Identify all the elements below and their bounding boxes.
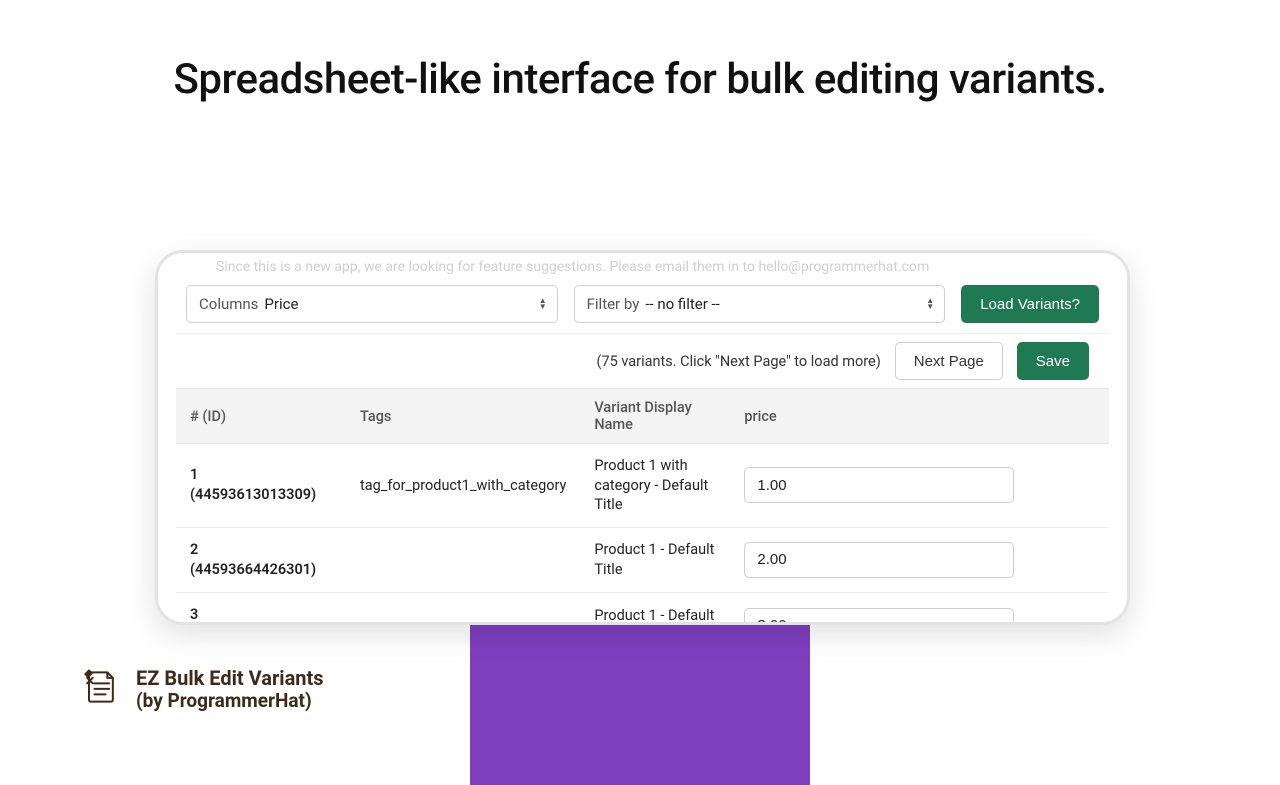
cell-tags xyxy=(346,527,580,593)
pager-bar: (75 variants. Click "Next Page" to load … xyxy=(176,334,1109,388)
variant-count-hint: (75 variants. Click "Next Page" to load … xyxy=(597,353,881,370)
col-header-price: price xyxy=(730,389,1109,444)
cell-tags: tag_for_product1_with_category xyxy=(346,444,580,528)
columns-select-label: Columns xyxy=(199,295,258,313)
app-frame: Since this is a new app, we are looking … xyxy=(155,250,1130,625)
save-button[interactable]: Save xyxy=(1017,342,1089,380)
row-number: 2 xyxy=(190,540,332,560)
cell-price xyxy=(730,593,1109,625)
variants-table: # (ID) Tags Variant Display Name price 1… xyxy=(176,388,1109,625)
brand-text: EZ Bulk Edit Variants (by ProgrammerHat) xyxy=(136,666,324,713)
chevron-updown-icon: ▲▼ xyxy=(539,298,547,310)
page-headline: Spreadsheet-like interface for bulk edit… xyxy=(0,55,1280,104)
next-page-button[interactable]: Next Page xyxy=(895,342,1003,380)
brand-line-1: EZ Bulk Edit Variants xyxy=(136,666,324,690)
row-paren-id: (44593664426301) xyxy=(190,560,332,580)
columns-select-value: Price xyxy=(264,295,298,313)
row-number: 3 xyxy=(190,605,332,625)
edit-document-icon xyxy=(78,665,122,713)
price-input[interactable] xyxy=(744,467,1014,503)
chevron-updown-icon: ▲▼ xyxy=(926,298,934,310)
filter-select[interactable]: Filter by -- no filter -- ▲▼ xyxy=(574,285,946,323)
cell-tags xyxy=(346,593,580,625)
toolbar: Columns Price ▲▼ Filter by -- no filter … xyxy=(176,285,1109,334)
decorative-purple-block xyxy=(470,625,810,785)
cell-id: 1(44593613013309) xyxy=(176,444,346,528)
filter-select-label: Filter by xyxy=(587,295,640,313)
load-variants-button[interactable]: Load Variants? xyxy=(961,285,1099,323)
price-input[interactable] xyxy=(744,608,1014,625)
table-row: 3(44593666359613) Product 1 - Default Tit… xyxy=(176,593,1109,625)
cell-price xyxy=(730,527,1109,593)
table-row: 1(44593613013309)tag_for_product1_with_c… xyxy=(176,444,1109,528)
price-input[interactable] xyxy=(744,542,1014,578)
cell-display-name: Product 1 - Default Title xyxy=(580,593,730,625)
row-paren-id: (44593613013309) xyxy=(190,485,332,505)
notice-text-truncated: Since this is a new app, we are looking … xyxy=(176,257,1109,281)
table-row: 2(44593664426301) Product 1 - Default Tit… xyxy=(176,527,1109,593)
cell-display-name: Product 1 with category - Default Title xyxy=(580,444,730,528)
col-header-name: Variant Display Name xyxy=(580,389,730,444)
cell-id: 3(44593666359613) xyxy=(176,593,346,625)
cell-id: 2(44593664426301) xyxy=(176,527,346,593)
brand-badge: EZ Bulk Edit Variants (by ProgrammerHat) xyxy=(78,665,324,713)
brand-line-2: (by ProgrammerHat) xyxy=(136,690,324,713)
col-header-tags: Tags xyxy=(346,389,580,444)
cell-price xyxy=(730,444,1109,528)
filter-select-value: -- no filter -- xyxy=(645,295,720,313)
row-number: 1 xyxy=(190,465,332,485)
cell-display-name: Product 1 - Default Title xyxy=(580,527,730,593)
columns-select[interactable]: Columns Price ▲▼ xyxy=(186,285,558,323)
col-header-id: # (ID) xyxy=(176,389,346,444)
